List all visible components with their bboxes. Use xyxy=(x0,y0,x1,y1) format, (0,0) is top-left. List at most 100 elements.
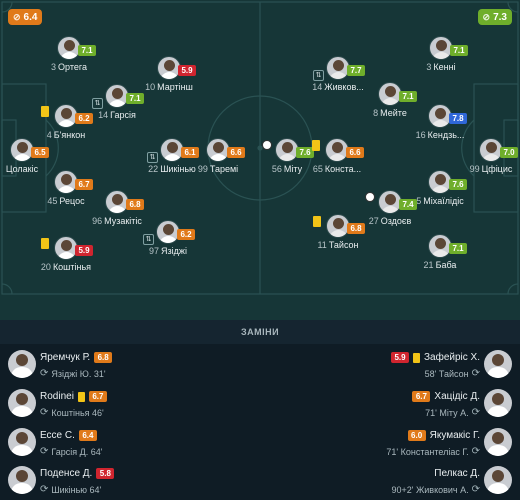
yellow-card-icon xyxy=(313,216,321,227)
sub-detail: 90+2' Живкович А. xyxy=(391,484,469,495)
player-name: 3 Ортега xyxy=(51,62,87,72)
avatar xyxy=(484,389,512,417)
player-rating: 7.1 xyxy=(450,45,468,56)
away-player-baba[interactable]: 7.1 21 Баба xyxy=(405,234,475,294)
sub-name: Якумакіс Г. xyxy=(429,430,480,441)
substitution-icon: ⟳ xyxy=(40,484,49,495)
home-player-yazici[interactable]: ⇅ 6.2 97 Язіджі xyxy=(133,220,203,280)
away-sub-chatzidis[interactable]: 6.7 Хацідіс Д. 71' Міту А. ⟳ xyxy=(265,385,520,423)
yellow-card-icon xyxy=(312,140,320,151)
home-sub-podence[interactable]: Поденсе Д. 5.8 ⟳ Шикінью 64' xyxy=(0,462,255,500)
player-rating: 6.7 xyxy=(75,179,93,190)
substitution-icon: ⇅ xyxy=(143,234,154,245)
avatar xyxy=(484,428,512,456)
player-rating: 7.4 xyxy=(399,199,417,210)
yellow-card-icon xyxy=(77,391,85,402)
home-sub-yaremchuk[interactable]: Яремчук Р. 6.8 ⟳ Язіджі Ю. 31' xyxy=(0,346,255,384)
player-rating: 7.1 xyxy=(78,45,96,56)
sub-rating: 5.8 xyxy=(96,468,115,479)
substitution-icon: ⟳ xyxy=(40,368,49,379)
substitution-icon: ⟳ xyxy=(471,368,480,379)
home-player-costinha[interactable]: 5.9 20 Коштінья xyxy=(31,236,101,296)
avatar xyxy=(8,466,36,494)
away-player-konstanteliias[interactable]: 6.6 65 Конста... xyxy=(302,138,372,198)
yellow-card-icon xyxy=(41,106,49,117)
sub-detail: Шикінью 64' xyxy=(51,484,102,495)
player-rating: 7.6 xyxy=(449,179,467,190)
sub-rating: 6.0 xyxy=(407,430,426,441)
sub-name: Зафейріс Х. xyxy=(424,352,480,363)
sub-detail: Коштінья 46' xyxy=(51,407,104,418)
player-rating: 6.5 xyxy=(31,147,49,158)
player-name: 65 Конста... xyxy=(312,164,362,174)
player-rating: 6.8 xyxy=(347,223,365,234)
substitution-icon: ⇅ xyxy=(313,70,324,81)
player-rating: 6.6 xyxy=(227,147,245,158)
sub-name: Хацідіс Д. xyxy=(434,391,480,402)
player-name: 11 Тайсон xyxy=(317,240,359,250)
player-rating: 5.9 xyxy=(75,245,93,256)
player-rating: 7.8 xyxy=(449,113,467,124)
avatar xyxy=(8,350,36,378)
player-name: 20 Коштінья xyxy=(40,262,92,272)
sub-name: Яремчук Р. xyxy=(40,352,91,363)
sub-name: Ессе С. xyxy=(40,430,75,441)
player-rating: 7.0 xyxy=(500,147,518,158)
player-rating: 6.6 xyxy=(346,147,364,158)
home-sub-esse[interactable]: Ессе С. 6.4 ⟳ Гарсія Д. 64' xyxy=(0,424,255,462)
sub-detail: Язіджі Ю. 31' xyxy=(51,368,106,379)
player-rating: 6.8 xyxy=(126,199,144,210)
sub-row: Rodinei 6.7 ⟳ Коштінья 46' 6.7 Хацідіс Д. 7… xyxy=(0,385,520,423)
goal-ball-icon xyxy=(365,192,375,202)
sub-name: Rodinei xyxy=(40,391,74,402)
home-team-rating: ⊘ 6.4 xyxy=(8,9,43,25)
avatar xyxy=(8,428,36,456)
yellow-card-icon xyxy=(41,238,49,249)
away-sub-pelkas[interactable]: Пелкас Д. 90+2' Живкович А. ⟳ xyxy=(265,462,520,500)
player-rating: 6.2 xyxy=(177,229,195,240)
player-rating: 7.1 xyxy=(449,243,467,254)
sub-detail: 58' Тайсон xyxy=(424,368,469,379)
sub-detail: 71' Міту А. xyxy=(425,407,469,418)
sub-rating: 5.9 xyxy=(391,352,409,363)
avatar xyxy=(484,350,512,378)
avatar xyxy=(484,466,512,494)
sub-row: Ессе С. 6.4 ⟳ Гарсія Д. 64' 6.0 Якумакіс Г.… xyxy=(0,424,520,462)
player-rating: 7.7 xyxy=(347,65,365,76)
sub-row: Яремчук Р. 6.8 ⟳ Язіджі Ю. 31' 5.9 Зафейріс… xyxy=(0,346,520,384)
player-name: 21 Баба xyxy=(423,260,457,270)
sub-detail: 71' Константеліас Г. xyxy=(386,446,469,457)
player-rating: 7.1 xyxy=(126,93,144,104)
home-player-taremi[interactable]: 6.6 99 Таремі xyxy=(183,138,253,198)
player-name: 3 Кенні xyxy=(426,62,456,72)
substitution-icon: ⟳ xyxy=(40,446,49,457)
sub-name: Поденсе Д. xyxy=(40,468,93,479)
substitution-icon: ⟳ xyxy=(471,407,480,418)
away-sub-giakoumakis[interactable]: 6.0 Якумакіс Г. 71' Константеліас Г. ⟳ xyxy=(265,424,520,462)
pitch: ⊘ 6.4 ⊘ 7.3 7.1 3 Ортега 5.9 10 Мартінш ⇅ … xyxy=(0,0,520,320)
sub-detail: Гарсія Д. 64' xyxy=(51,446,103,457)
sub-rating: 6.7 xyxy=(88,391,107,402)
away-team-rating: ⊘ 7.3 xyxy=(477,9,512,25)
away-sub-zafeiris[interactable]: 5.9 Зафейріс Х. 58' Тайсон ⟳ xyxy=(265,346,520,384)
no-icon: ⊘ xyxy=(13,11,21,22)
player-rating: 5.9 xyxy=(178,65,196,76)
player-name: 99 Таремі xyxy=(197,164,239,174)
away-player-taison[interactable]: 6.8 11 Тайсон xyxy=(303,214,373,274)
sub-name: Пелкас Д. xyxy=(434,468,480,479)
substitution-icon: ⟳ xyxy=(40,407,49,418)
yellow-card-icon xyxy=(413,352,420,363)
sub-rating: 6.4 xyxy=(78,430,97,441)
substitutes-header: ЗАМІНИ xyxy=(0,320,520,344)
sub-rating: 6.7 xyxy=(412,391,431,402)
home-sub-rodinei[interactable]: Rodinei 6.7 ⟳ Коштінья 46' xyxy=(0,385,255,423)
lineup-widget: ⊘ 6.4 ⊘ 7.3 7.1 3 Ортега 5.9 10 Мартінш ⇅ … xyxy=(0,0,520,500)
sub-row: Поденсе Д. 5.8 ⟳ Шикінью 64' Пелкас Д. 90+… xyxy=(0,462,520,500)
player-rating: 7.1 xyxy=(399,91,417,102)
substitution-icon: ⟳ xyxy=(471,446,480,457)
sub-rating: 6.8 xyxy=(94,352,113,363)
player-name: 97 Язіджі xyxy=(149,246,187,256)
avatar xyxy=(8,389,36,417)
substitution-icon: ⇅ xyxy=(147,152,158,163)
player-rating: 6.2 xyxy=(75,113,93,124)
